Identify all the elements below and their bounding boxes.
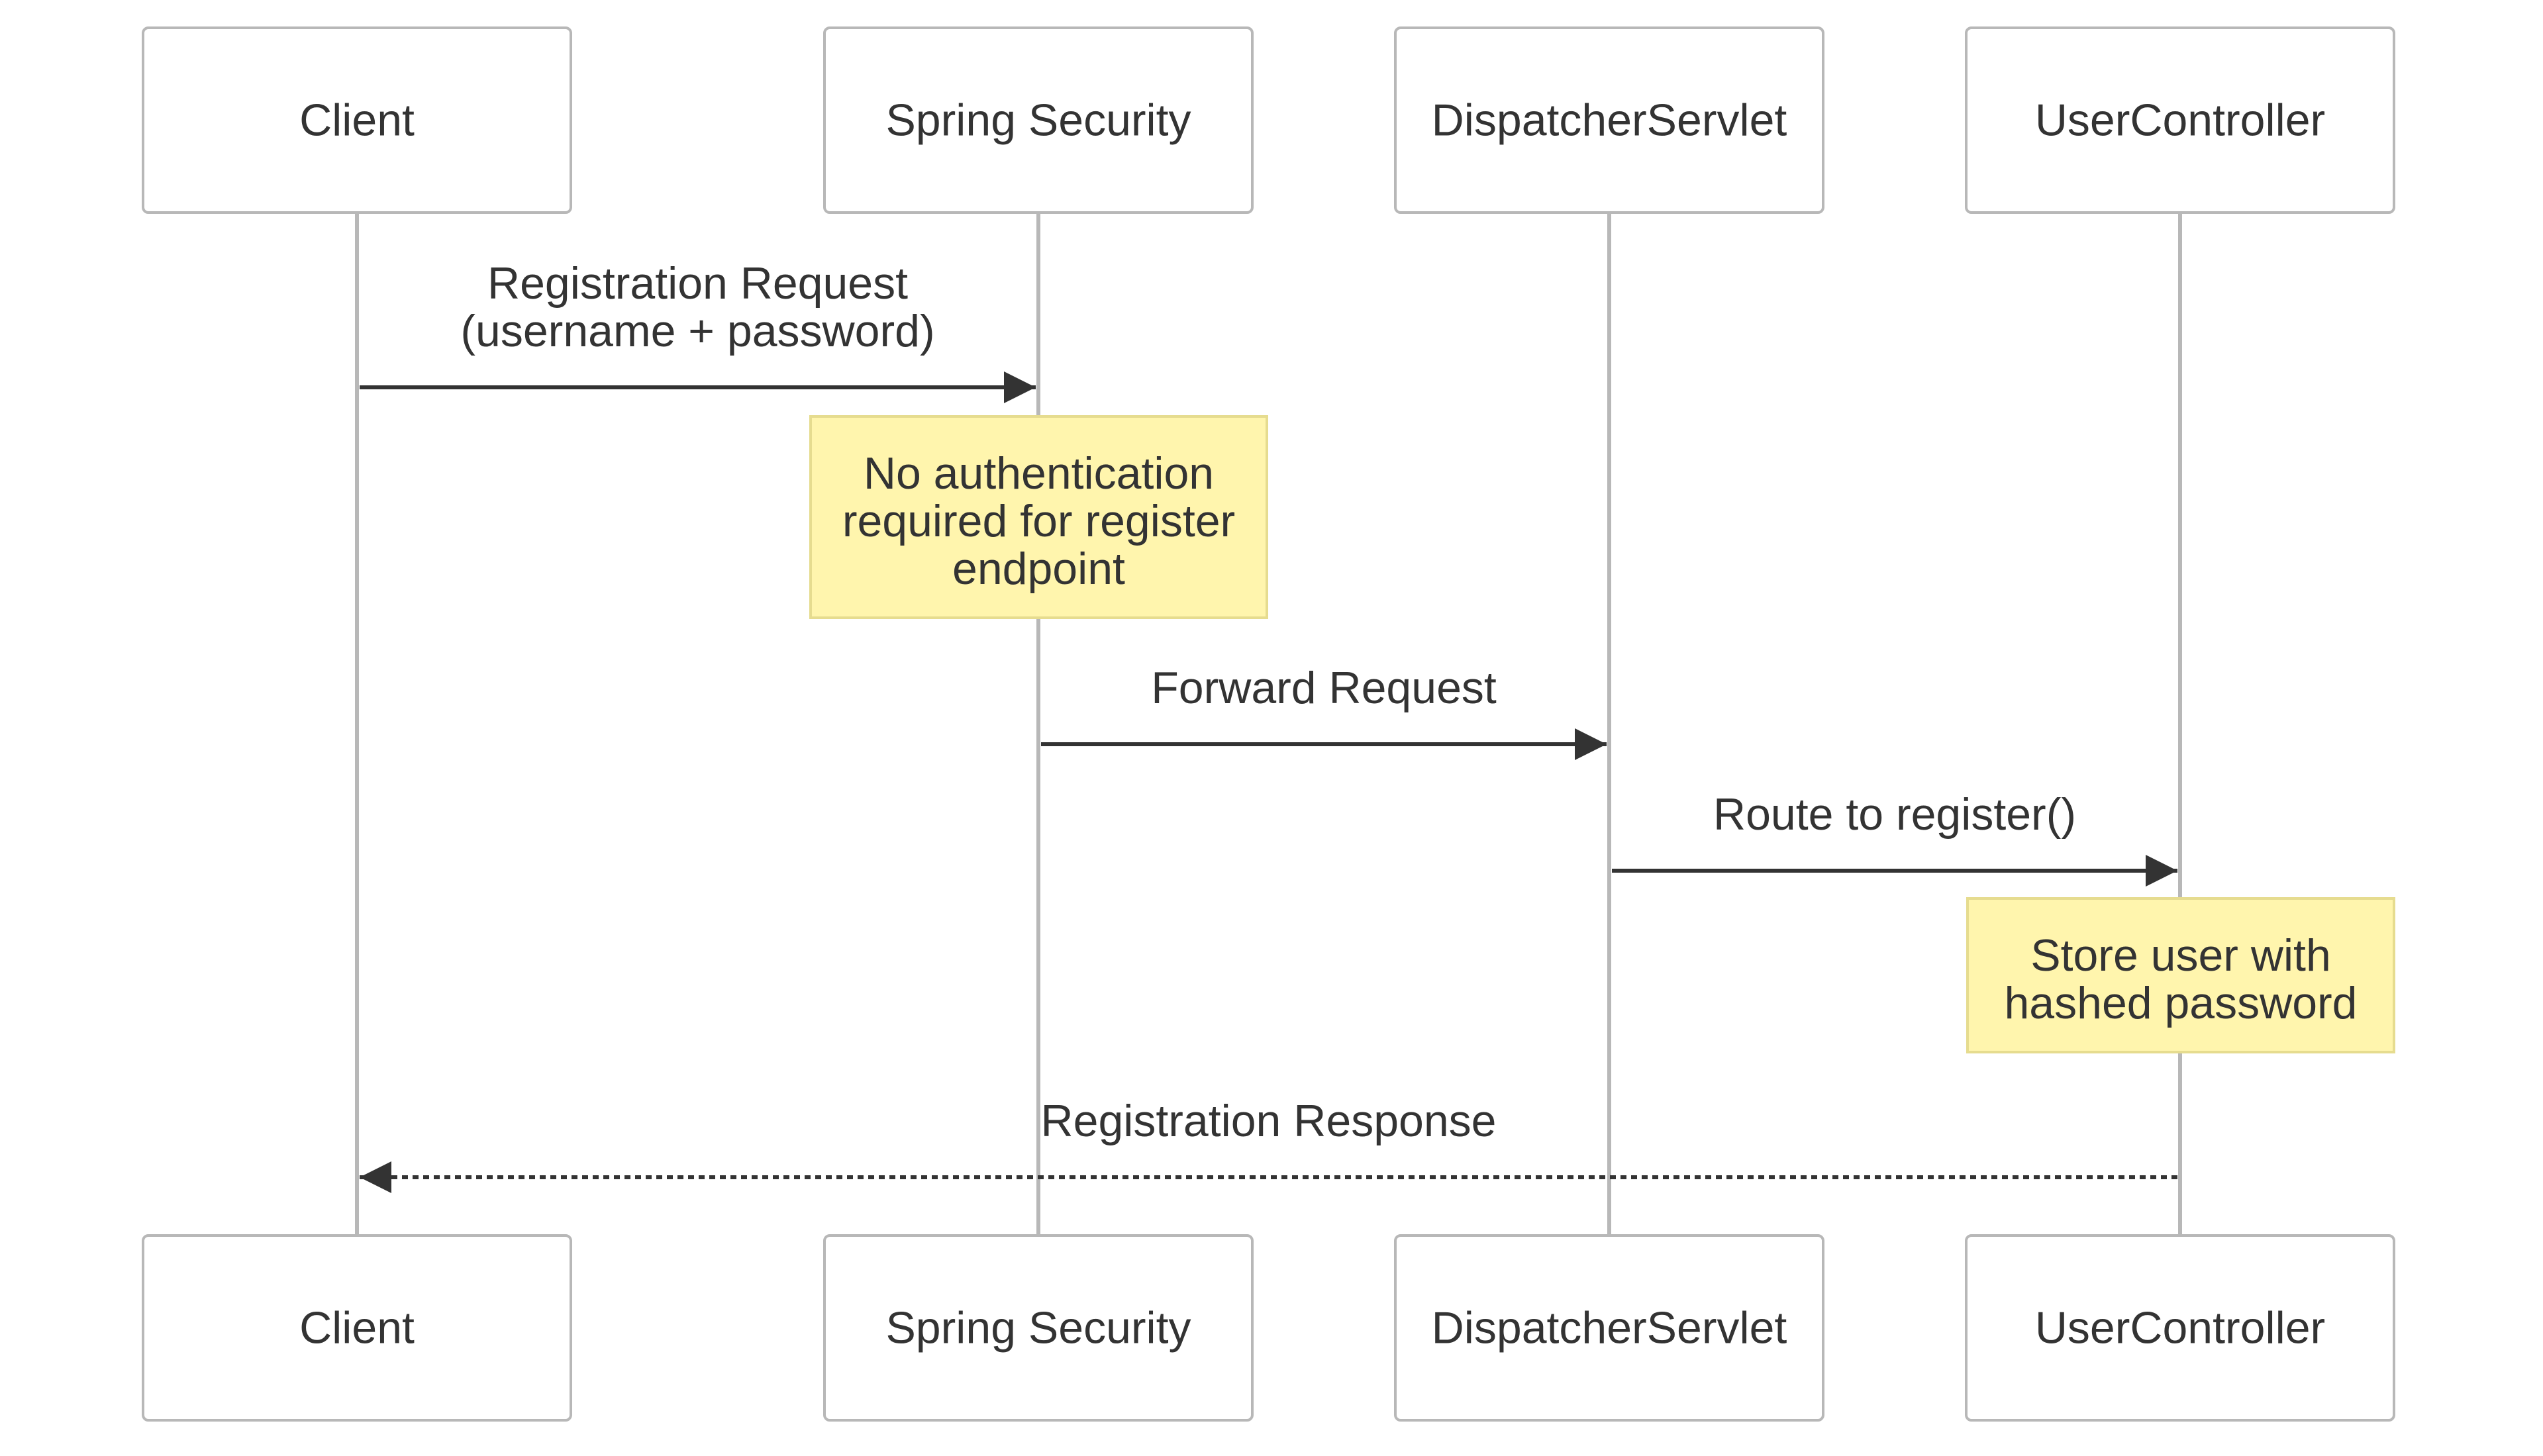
- actor-client-bottom[interactable]: Client: [142, 1234, 572, 1422]
- message-label-line: Route to register(): [1713, 789, 2076, 840]
- actor-label: Spring Security: [885, 1303, 1191, 1353]
- actor-dispatcher-servlet-bottom[interactable]: DispatcherServlet: [1394, 1234, 1824, 1422]
- message-route-to-register[interactable]: Route to register(): [1612, 789, 2177, 887]
- message-forward-request[interactable]: Forward Request: [1041, 663, 1607, 760]
- actor-dispatcher-servlet-top[interactable]: DispatcherServlet: [1394, 26, 1824, 214]
- actor-label: Client: [299, 1303, 415, 1353]
- actors-top: Client Spring Security DispatcherServlet…: [142, 26, 2395, 214]
- note-label-line: required for register: [842, 496, 1235, 546]
- note-store-user[interactable]: Store user with hashed password: [1966, 897, 2395, 1053]
- note-label-line: hashed password: [2004, 978, 2357, 1028]
- note-label-line: No authentication: [864, 448, 1214, 499]
- lifelines: [355, 213, 2182, 1236]
- message-registration-response[interactable]: Registration Response: [360, 1096, 2177, 1193]
- note-label-line: Store user with: [2030, 930, 2331, 981]
- actor-user-controller-bottom[interactable]: UserController: [1965, 1234, 2395, 1422]
- messages: Registration Request (username + passwor…: [360, 258, 2177, 1193]
- actor-label: UserController: [2035, 95, 2325, 146]
- actor-spring-security-top[interactable]: Spring Security: [823, 26, 1254, 214]
- actor-label: DispatcherServlet: [1432, 1303, 1787, 1353]
- actors-bottom: Client Spring Security DispatcherServlet…: [142, 1234, 2395, 1422]
- actor-label: UserController: [2035, 1303, 2325, 1353]
- message-label-line: Forward Request: [1151, 663, 1497, 713]
- actor-user-controller-top[interactable]: UserController: [1965, 26, 2395, 214]
- actor-label: DispatcherServlet: [1432, 95, 1787, 146]
- note-no-authentication[interactable]: No authentication required for register …: [809, 415, 1268, 619]
- actor-label: Spring Security: [885, 95, 1191, 146]
- notes: No authentication required for register …: [809, 415, 2395, 1053]
- actor-client-top[interactable]: Client: [142, 26, 572, 214]
- message-registration-request[interactable]: Registration Request (username + passwor…: [360, 258, 1036, 403]
- sequence-diagram: Client Spring Security DispatcherServlet…: [142, 26, 2395, 1422]
- message-label-line: Registration Request: [487, 258, 908, 309]
- actor-label: Client: [299, 95, 415, 146]
- note-label-line: endpoint: [952, 544, 1125, 594]
- message-label-line: (username + password): [460, 306, 934, 356]
- actor-spring-security-bottom[interactable]: Spring Security: [823, 1234, 1254, 1422]
- message-label-line: Registration Response: [1041, 1096, 1497, 1146]
